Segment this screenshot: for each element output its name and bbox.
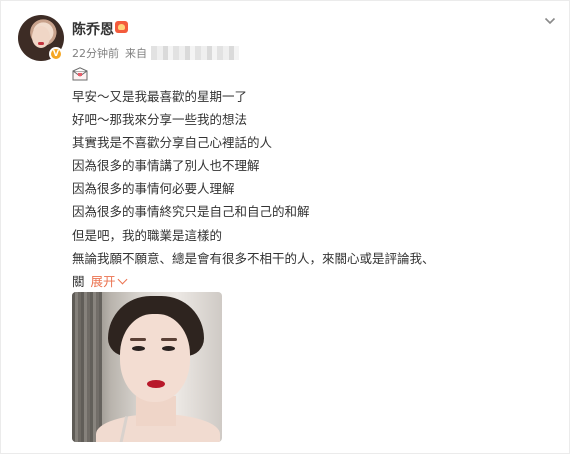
envelope-icon	[72, 67, 88, 81]
photo-curtain	[72, 292, 102, 442]
post-line: 好吧～那我來分享一些我的想法	[72, 112, 248, 128]
photo-face	[120, 314, 190, 402]
chevron-down-icon[interactable]	[544, 15, 556, 27]
photo-lips	[147, 380, 165, 388]
username[interactable]: 陈乔恩	[72, 19, 114, 39]
post-photo[interactable]	[72, 292, 222, 442]
vip-crown-icon[interactable]	[115, 21, 128, 33]
post-line: 因為很多的事情終究只是自己和自己的和解	[72, 204, 310, 220]
avatar-lips	[38, 42, 44, 45]
photo-brow	[130, 338, 146, 341]
weibo-post-card: V 陈乔恩 22分钟前 来自 早安～又是我最喜歡的星期一了 好吧～那我來分享一些…	[0, 0, 570, 454]
post-line: 無論我願不願意、總是會有很多不相干的人，來關心或是評論我、	[72, 250, 435, 266]
verified-badge-icon: V	[49, 47, 63, 61]
expand-label[interactable]: 展开	[91, 274, 116, 289]
post-meta: 22分钟前 来自	[72, 45, 239, 61]
source-prefix: 来自	[125, 47, 147, 60]
post-line: 其實我是不喜歡分享自己心裡話的人	[72, 135, 273, 151]
post-line-last: 關展开	[72, 270, 542, 293]
post-line: 因為很多的事情講了別人也不理解	[72, 158, 260, 174]
blurred-source	[151, 46, 239, 60]
expand-chevron-icon[interactable]	[117, 274, 127, 285]
post-text: 早安～又是我最喜歡的星期一了 好吧～那我來分享一些我的想法 其實我是不喜歡分享自…	[72, 85, 542, 293]
post-line: 早安～又是我最喜歡的星期一了	[72, 89, 248, 104]
post-line: 因為很多的事情何必要人理解	[72, 181, 235, 197]
photo-brow	[161, 338, 177, 341]
photo-eye	[162, 346, 175, 351]
post-time[interactable]: 22分钟前	[72, 45, 119, 61]
photo-eye	[132, 346, 145, 351]
post-line: 但是吧，我的職業是這樣的	[72, 227, 223, 243]
expand-link[interactable]: 展开	[91, 274, 127, 289]
post-line-text: 關	[72, 273, 85, 289]
